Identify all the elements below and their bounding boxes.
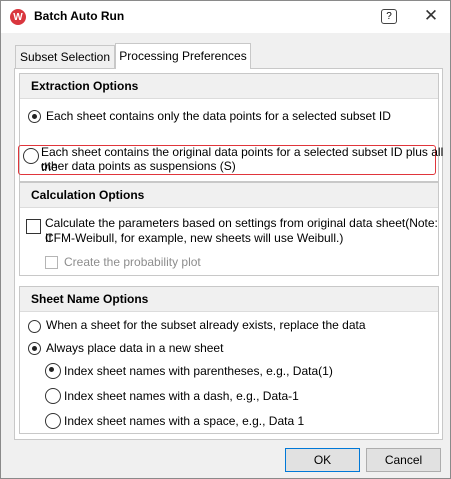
extraction-options-header: Extraction Options xyxy=(20,74,438,99)
extraction-option2-radio[interactable] xyxy=(23,148,39,164)
index-dash-label[interactable]: Index sheet names with a dash, e.g., Dat… xyxy=(64,389,299,404)
dialog-title: Batch Auto Run xyxy=(34,9,125,23)
help-button[interactable]: ? xyxy=(381,9,397,24)
tab-processing-preferences[interactable]: Processing Preferences xyxy=(115,43,251,69)
extraction-option1-radio[interactable] xyxy=(28,110,41,123)
extraction-option2-label-line2[interactable]: other data points as suspensions (S) xyxy=(41,159,236,174)
calculation-options-header: Calculation Options xyxy=(20,183,438,208)
tab-subset-selection[interactable]: Subset Selection xyxy=(15,45,115,68)
weibull-logo-icon: W xyxy=(10,9,26,25)
close-button[interactable]: ✕ xyxy=(422,6,440,26)
replace-data-radio[interactable] xyxy=(28,320,41,333)
batch-auto-run-dialog: W Batch Auto Run ? ✕ Subset Selection Pr… xyxy=(0,0,451,479)
ok-button[interactable]: OK xyxy=(285,448,360,472)
create-probability-plot-label[interactable]: Create the probability plot xyxy=(64,255,201,270)
replace-data-label[interactable]: When a sheet for the subset already exis… xyxy=(46,318,366,333)
processing-preferences-panel: Extraction Options Each sheet contains o… xyxy=(14,68,443,440)
index-parentheses-label[interactable]: Index sheet names with parentheses, e.g.… xyxy=(64,364,333,379)
sheet-name-options-header: Sheet Name Options xyxy=(20,287,438,312)
extraction-option1-label[interactable]: Each sheet contains only the data points… xyxy=(46,109,391,124)
new-sheet-radio[interactable] xyxy=(28,342,41,355)
index-space-radio[interactable] xyxy=(45,413,61,429)
calculate-parameters-label-line2[interactable]: CFM-Weibull, for example, new sheets wil… xyxy=(45,231,343,246)
title-bar: W Batch Auto Run ? ✕ xyxy=(1,1,450,33)
new-sheet-label[interactable]: Always place data in a new sheet xyxy=(46,341,223,356)
calculation-options-group: Calculation Options Calculate the parame… xyxy=(19,182,439,276)
sheet-name-options-group: Sheet Name Options When a sheet for the … xyxy=(19,286,439,434)
create-probability-plot-checkbox[interactable] xyxy=(45,256,58,269)
index-parentheses-radio[interactable] xyxy=(45,363,61,379)
calculate-parameters-checkbox[interactable] xyxy=(26,219,41,234)
index-dash-radio[interactable] xyxy=(45,388,61,404)
cancel-button[interactable]: Cancel xyxy=(366,448,441,472)
index-space-label[interactable]: Index sheet names with a space, e.g., Da… xyxy=(64,414,304,429)
